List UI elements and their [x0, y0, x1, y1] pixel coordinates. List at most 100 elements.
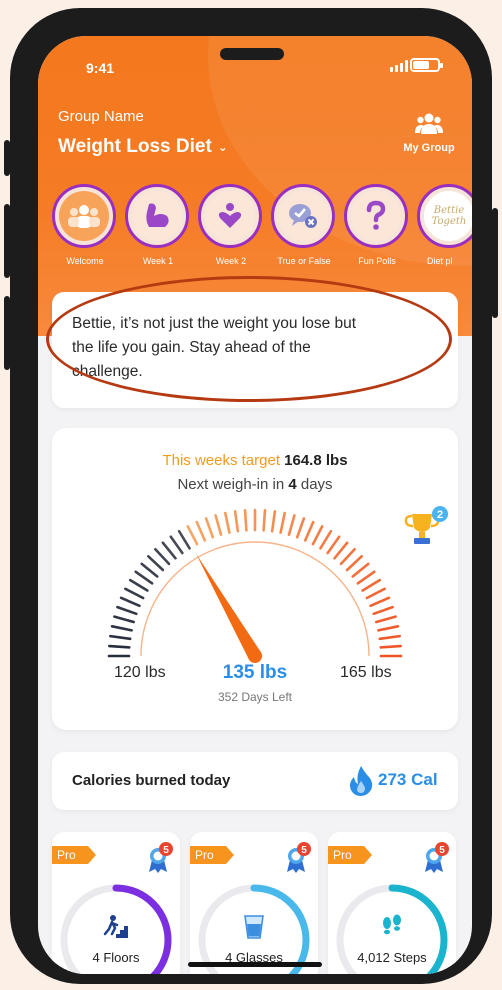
floors-value: 4 Floors — [92, 950, 140, 965]
signal-icon — [390, 60, 408, 72]
story-week-2[interactable]: Week 2 — [198, 184, 264, 266]
target-label: This weeks target — [162, 452, 280, 469]
days-left: 352 Days Left — [217, 690, 293, 704]
gauge-tick — [146, 555, 165, 572]
next-weigh-in: Next weigh-in in 4 days — [177, 476, 333, 493]
weight-gauge — [107, 508, 403, 663]
story-label: Welcome — [66, 256, 104, 266]
medal-icon: 5 — [287, 842, 311, 873]
story-diet-plan[interactable]: Bettie Togeth Diet pl — [417, 184, 472, 266]
speaker-notch — [220, 48, 284, 60]
water-glass-icon — [190, 914, 318, 945]
my-group-button[interactable]: My Group — [396, 112, 462, 154]
gauge-tick — [128, 578, 149, 592]
gauge-tick — [113, 615, 135, 624]
quote-line: challenge. — [72, 363, 143, 380]
story-true-or-false[interactable]: True or False — [271, 184, 337, 266]
floors-tile[interactable]: Pro 5 4 Floors — [52, 832, 180, 974]
status-time: 9:41 — [86, 60, 115, 76]
medal-count: 5 — [163, 845, 169, 856]
story-carousel[interactable]: Welcome Week 1 Week 2 True or False Fun … — [52, 184, 472, 274]
story-fun-polls[interactable]: Fun Polls — [344, 184, 410, 266]
story-label: Fun Polls — [358, 256, 396, 266]
gauge-tick — [161, 541, 177, 560]
weekly-target: This weeks target 164.8 lbs — [52, 452, 458, 469]
gauge-tick — [369, 596, 391, 608]
people-icon — [415, 113, 443, 134]
calories-label: Calories burned today — [72, 772, 231, 789]
gauge-tick — [378, 634, 401, 641]
gauge-tick — [339, 547, 356, 566]
gauge-tick — [134, 570, 154, 585]
gauge-tick — [351, 562, 370, 578]
gauge-tick — [140, 562, 159, 578]
gauge-tick — [345, 555, 364, 572]
gauge-tick — [214, 514, 223, 536]
gauge-tick — [375, 615, 397, 624]
phone-mute-switch — [4, 140, 10, 176]
gauge-tick — [262, 509, 267, 532]
gauge-tick — [295, 517, 306, 539]
chevron-down-icon: ⌄ — [217, 140, 228, 154]
calories-value: 273 Cal — [378, 770, 438, 789]
gauge-tick — [372, 605, 394, 616]
gauge-tick — [195, 520, 207, 542]
target-value: 164.8 lbs — [284, 452, 348, 469]
gauge-tick — [356, 570, 376, 585]
calories-card[interactable]: Calories burned today 273 Cal — [52, 752, 458, 810]
gauge-tick — [108, 644, 131, 649]
water-tile[interactable]: Pro 5 4 Glasses — [190, 832, 318, 974]
medal-count: 5 — [439, 845, 445, 856]
story-label: True or False — [277, 256, 331, 266]
medal-icon: 5 — [149, 842, 173, 873]
gauge-tick — [186, 525, 199, 546]
gauge-tick — [361, 578, 382, 592]
gauge-tick — [326, 535, 341, 555]
footsteps-icon — [328, 914, 456, 945]
gauge-tick — [287, 514, 296, 536]
quote-line: Bettie, it’s not just the weight you los… — [72, 315, 357, 332]
group-name: Weight Loss Diet — [58, 136, 212, 157]
group-selector[interactable]: Weight Loss Diet ⌄ — [58, 136, 228, 158]
phone-power-button — [492, 208, 498, 318]
app-screen: 9:41 Group Name Weight Loss Diet ⌄ My Gr… — [38, 36, 472, 974]
gauge-tick — [311, 525, 324, 546]
flame-icon — [350, 766, 373, 796]
story-label: Week 1 — [142, 256, 174, 266]
battery-icon — [410, 58, 443, 72]
story-label: Week 2 — [215, 256, 247, 266]
next-weigh-in-days: 4 — [288, 476, 297, 493]
chat-check-icon — [278, 191, 328, 241]
gauge-tick — [169, 535, 184, 555]
gauge-tick — [303, 520, 315, 542]
muscle-arm-icon — [132, 191, 182, 241]
quote-line: the life you gain. Stay ahead of the — [72, 339, 311, 356]
medal-count: 5 — [301, 845, 307, 856]
gauge-tick — [124, 587, 145, 600]
story-week-1[interactable]: Week 1 — [125, 184, 191, 266]
group-label: Group Name — [58, 108, 144, 125]
steps-tile[interactable]: Pro 5 4,012 Steps — [328, 832, 456, 974]
my-group-label: My Group — [403, 142, 455, 154]
gauge-tick — [333, 541, 349, 560]
phone-volume-up — [4, 204, 10, 278]
question-icon — [351, 191, 401, 241]
group-icon — [59, 191, 109, 241]
gauge-needle-hub — [248, 649, 262, 663]
gauge-tick — [233, 510, 240, 533]
header-hero: 9:41 Group Name Weight Loss Diet ⌄ My Gr… — [38, 36, 472, 336]
gauge-current-value: 135 lbs — [222, 662, 288, 683]
gauge-tick — [116, 605, 138, 616]
gauge-tick — [319, 529, 333, 550]
pro-badge: Pro — [190, 846, 234, 864]
gauge-tick — [223, 511, 231, 534]
pro-badge: Pro — [52, 846, 96, 864]
gauge-tick — [279, 511, 287, 534]
gauge-tick — [270, 510, 277, 533]
gauge-tick — [377, 624, 400, 632]
home-indicator[interactable] — [188, 962, 322, 967]
story-welcome[interactable]: Welcome — [52, 184, 118, 266]
weekly-target-card: This weeks target 164.8 lbs Next weigh-i… — [52, 428, 458, 730]
gauge-tick — [365, 587, 386, 600]
pro-badge: Pro — [328, 846, 372, 864]
